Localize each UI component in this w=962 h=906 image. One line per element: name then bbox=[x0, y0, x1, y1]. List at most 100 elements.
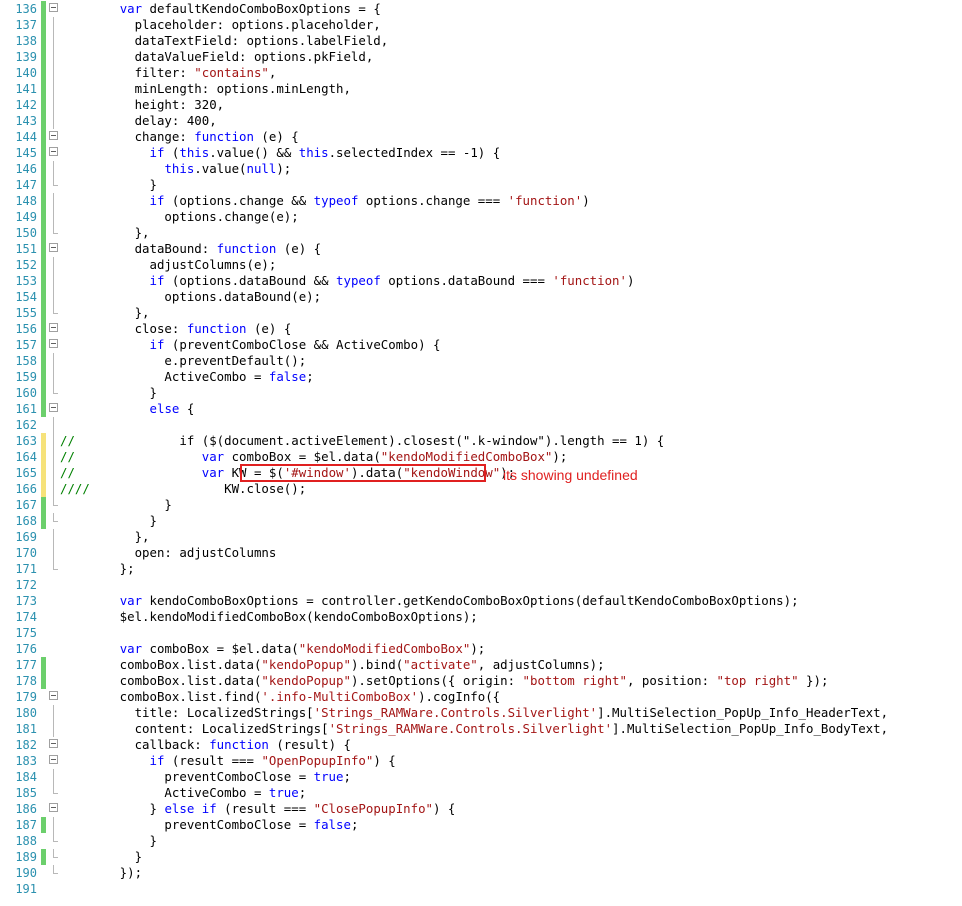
code-line[interactable]: 168 } bbox=[0, 513, 962, 529]
code-line[interactable]: 186 } else if (result === "ClosePopupInf… bbox=[0, 801, 962, 817]
code-line[interactable]: 158 e.preventDefault(); bbox=[0, 353, 962, 369]
code-line[interactable]: 149 options.change(e); bbox=[0, 209, 962, 225]
code-line[interactable]: 172 bbox=[0, 577, 962, 593]
collapse-toggle-icon[interactable] bbox=[49, 755, 58, 764]
code-line[interactable]: 147 } bbox=[0, 177, 962, 193]
change-marker-unsaved bbox=[41, 481, 46, 497]
change-marker-saved bbox=[41, 65, 46, 81]
line-number: 174 bbox=[15, 610, 37, 624]
code-text: comboBox.list.data("kendoPopup").bind("a… bbox=[60, 657, 605, 673]
code-line[interactable]: 180 title: LocalizedStrings['Strings_RAM… bbox=[0, 705, 962, 721]
collapse-toggle-icon[interactable] bbox=[49, 3, 58, 12]
code-line[interactable]: 140 filter: "contains", bbox=[0, 65, 962, 81]
code-line[interactable]: 189 } bbox=[0, 849, 962, 865]
code-line[interactable]: 159 ActiveCombo = false; bbox=[0, 369, 962, 385]
code-line[interactable]: 157 if (preventComboClose && ActiveCombo… bbox=[0, 337, 962, 353]
code-text: // var comboBox = $el.data("kendoModifie… bbox=[60, 449, 567, 465]
collapse-toggle-icon[interactable] bbox=[49, 339, 58, 348]
code-line[interactable]: 148 if (options.change && typeof options… bbox=[0, 193, 962, 209]
line-number: 185 bbox=[15, 786, 37, 800]
code-line[interactable]: 171 }; bbox=[0, 561, 962, 577]
code-line[interactable]: 137 placeholder: options.placeholder, bbox=[0, 17, 962, 33]
collapse-toggle-icon[interactable] bbox=[49, 147, 58, 156]
code-line[interactable]: 156 close: function (e) { bbox=[0, 321, 962, 337]
code-line[interactable]: 145 if (this.value() && this.selectedInd… bbox=[0, 145, 962, 161]
code-text: } bbox=[60, 385, 157, 401]
collapse-toggle-icon[interactable] bbox=[49, 803, 58, 812]
code-text: height: 320, bbox=[60, 97, 225, 113]
code-token: ; bbox=[298, 785, 307, 800]
code-editor[interactable]: 136 var defaultKendoComboBoxOptions = {1… bbox=[0, 0, 962, 906]
code-line[interactable]: 190 }); bbox=[0, 865, 962, 881]
code-token: ( bbox=[164, 145, 180, 160]
outline-guide bbox=[53, 833, 58, 842]
code-line[interactable]: 184 preventComboClose = true; bbox=[0, 769, 962, 785]
code-token: , bbox=[268, 65, 277, 80]
code-line[interactable]: 174 $el.kendoModifiedComboBox(kendoCombo… bbox=[0, 609, 962, 625]
code-line[interactable]: 191 bbox=[0, 881, 962, 897]
comment-token: // bbox=[60, 465, 75, 480]
line-number: 168 bbox=[15, 514, 37, 528]
code-line[interactable]: 160 } bbox=[0, 385, 962, 401]
line-number: 178 bbox=[15, 674, 37, 688]
code-line[interactable]: 161 else { bbox=[0, 401, 962, 417]
code-line[interactable]: 178 comboBox.list.data("kendoPopup").set… bbox=[0, 673, 962, 689]
code-line[interactable]: 153 if (options.dataBound && typeof opti… bbox=[0, 273, 962, 289]
code-line[interactable]: 188 } bbox=[0, 833, 962, 849]
change-marker-saved bbox=[41, 129, 46, 145]
code-line[interactable]: 141 minLength: options.minLength, bbox=[0, 81, 962, 97]
code-line[interactable]: 170 open: adjustColumns bbox=[0, 545, 962, 561]
code-token: ; bbox=[343, 769, 351, 784]
code-line[interactable]: 187 preventComboClose = false; bbox=[0, 817, 962, 833]
code-text: title: LocalizedStrings['Strings_RAMWare… bbox=[60, 705, 888, 721]
code-line[interactable]: 155 }, bbox=[0, 305, 962, 321]
code-line[interactable]: 150 }, bbox=[0, 225, 962, 241]
collapse-toggle-icon[interactable] bbox=[49, 739, 58, 748]
line-number: 179 bbox=[15, 690, 37, 704]
code-line[interactable]: 146 this.value(null); bbox=[0, 161, 962, 177]
code-line[interactable]: 183 if (result === "OpenPopupInfo") { bbox=[0, 753, 962, 769]
code-line[interactable]: 162 bbox=[0, 417, 962, 433]
collapse-toggle-icon[interactable] bbox=[49, 243, 58, 252]
collapse-toggle-icon[interactable] bbox=[49, 403, 58, 412]
code-line[interactable]: 152 adjustColumns(e); bbox=[0, 257, 962, 273]
code-line[interactable]: 169 }, bbox=[0, 529, 962, 545]
code-line[interactable]: 176 var comboBox = $el.data("kendoModifi… bbox=[0, 641, 962, 657]
code-token: , adjustColumns); bbox=[477, 657, 605, 672]
string-token: 'function' bbox=[507, 193, 583, 208]
code-line[interactable]: 173 var kendoComboBoxOptions = controlle… bbox=[0, 593, 962, 609]
code-line[interactable]: 182 callback: function (result) { bbox=[0, 737, 962, 753]
code-text: var kendoComboBoxOptions = controller.ge… bbox=[60, 593, 799, 609]
code-line[interactable]: 138 dataTextField: options.labelField, bbox=[0, 33, 962, 49]
code-line[interactable]: 144 change: function (e) { bbox=[0, 129, 962, 145]
code-line[interactable]: 175 bbox=[0, 625, 962, 641]
change-marker-saved bbox=[41, 1, 46, 17]
collapse-toggle-icon[interactable] bbox=[49, 131, 58, 140]
code-token: { bbox=[179, 401, 195, 416]
code-line[interactable]: 151 dataBound: function (e) { bbox=[0, 241, 962, 257]
code-line[interactable]: 143 delay: 400, bbox=[0, 113, 962, 129]
code-line[interactable]: 179 comboBox.list.find('.info-MultiCombo… bbox=[0, 689, 962, 705]
code-line[interactable]: 139 dataValueField: options.pkField, bbox=[0, 49, 962, 65]
code-token: filter: bbox=[60, 65, 195, 80]
code-line[interactable]: 136 var defaultKendoComboBoxOptions = { bbox=[0, 1, 962, 17]
code-line[interactable]: 166 //// KW.close(); bbox=[0, 481, 962, 497]
line-number: 190 bbox=[15, 866, 37, 880]
string-token: "ClosePopupInfo" bbox=[313, 801, 433, 816]
code-line[interactable]: 163 // if ($(document.activeElement).clos… bbox=[0, 433, 962, 449]
code-token: comboBox.list.data( bbox=[60, 657, 262, 672]
code-line[interactable]: 154 options.dataBound(e); bbox=[0, 289, 962, 305]
code-line[interactable]: 185 ActiveCombo = true; bbox=[0, 785, 962, 801]
string-token: "kendoPopup" bbox=[261, 673, 351, 688]
change-marker-unsaved bbox=[41, 465, 46, 481]
code-line[interactable]: 164 // var comboBox = $el.data("kendoModi… bbox=[0, 449, 962, 465]
outline-guide bbox=[53, 721, 54, 737]
code-text: }, bbox=[60, 225, 150, 241]
collapse-toggle-icon[interactable] bbox=[49, 323, 58, 332]
code-line[interactable]: 181 content: LocalizedStrings['Strings_R… bbox=[0, 721, 962, 737]
code-line[interactable]: 142 height: 320, bbox=[0, 97, 962, 113]
collapse-toggle-icon[interactable] bbox=[49, 691, 58, 700]
code-line[interactable]: 177 comboBox.list.data("kendoPopup").bin… bbox=[0, 657, 962, 673]
code-line[interactable]: 167 } bbox=[0, 497, 962, 513]
